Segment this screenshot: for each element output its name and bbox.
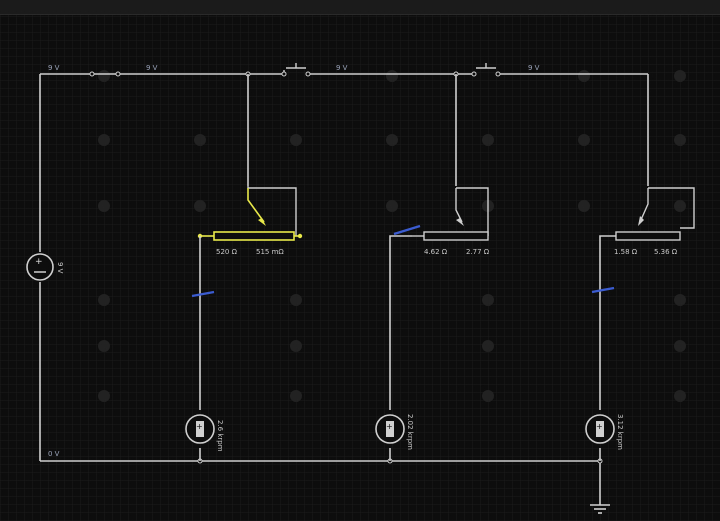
potentiometer-2[interactable] <box>412 231 489 241</box>
svg-text:+: + <box>35 257 43 267</box>
pot-3-left-resistance: 1.58 Ω <box>614 248 638 256</box>
pot-3-right-resistance: 5.36 Ω <box>654 248 678 256</box>
ground-node-label: 0 V <box>48 450 60 458</box>
pot-2-right-resistance: 2.77 Ω <box>466 248 490 256</box>
node-label-2: 9 V <box>146 64 158 72</box>
potentiometer-3[interactable] <box>615 231 681 241</box>
motor-1-speed: 2.6 krpm <box>216 420 224 452</box>
node-label-3: 9 V <box>336 64 348 72</box>
node-label-1: 9 V <box>48 64 60 72</box>
potentiometer-1[interactable] <box>197 231 303 241</box>
svg-text:+: + <box>596 422 603 431</box>
svg-text:+: + <box>196 422 203 431</box>
motor-2-speed: 2.02 krpm <box>406 414 414 450</box>
schematic: 9 V 9 V 9 V 9 V 0 V + 9 V 520 Ω 515 mΩ 4… <box>0 15 720 521</box>
pot-1-right-resistance: 515 mΩ <box>256 248 284 256</box>
circuit-canvas[interactable]: 9 V 9 V 9 V 9 V 0 V + 9 V 520 Ω 515 mΩ 4… <box>0 0 720 521</box>
motor-3-speed: 3.12 krpm <box>616 414 624 450</box>
pot-2-left-resistance: 4.62 Ω <box>424 248 448 256</box>
source-voltage-label: 9 V <box>56 262 64 274</box>
pot-1-left-resistance: 520 Ω <box>216 248 238 256</box>
node-label-4: 9 V <box>528 64 540 72</box>
svg-text:+: + <box>386 422 393 431</box>
